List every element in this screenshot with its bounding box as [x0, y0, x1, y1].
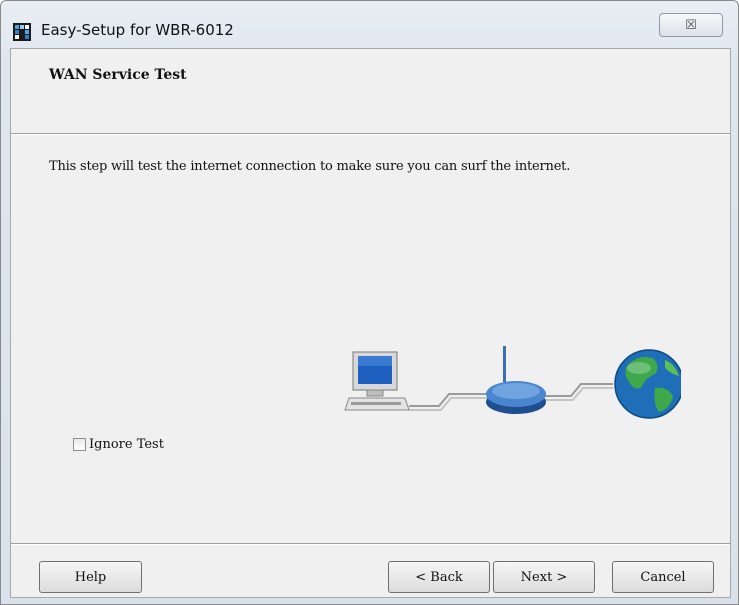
page-title: WAN Service Test [49, 67, 187, 83]
footer-divider [11, 543, 730, 545]
router-icon [486, 346, 546, 414]
wizard-header: WAN Service Test [11, 49, 730, 134]
header-divider [11, 133, 730, 135]
computer-icon [344, 351, 410, 411]
cable-right [543, 383, 613, 401]
cancel-button[interactable]: Cancel [612, 561, 714, 593]
globe-icon [614, 349, 681, 419]
ignore-test-label: Ignore Test [89, 437, 164, 452]
help-button[interactable]: Help [39, 561, 142, 593]
close-button[interactable]: ☒ [659, 13, 723, 37]
app-icon [13, 23, 31, 41]
step-description: This step will test the internet connect… [49, 159, 571, 174]
setup-window: Easy-Setup for WBR-6012 ☒ WAN Service Te… [0, 0, 739, 605]
title-bar: Easy-Setup for WBR-6012 ☒ [1, 1, 738, 49]
next-button[interactable]: Next > [493, 561, 595, 593]
wizard-client-area: WAN Service Test This step will test the… [10, 48, 731, 598]
back-button[interactable]: < Back [388, 561, 490, 593]
close-icon: ☒ [685, 17, 697, 33]
ignore-test-checkbox[interactable] [73, 438, 86, 451]
cable-left [409, 393, 489, 411]
window-title: Easy-Setup for WBR-6012 [41, 21, 234, 39]
ignore-test-option[interactable]: Ignore Test [73, 437, 164, 452]
connection-illustration [344, 346, 681, 419]
